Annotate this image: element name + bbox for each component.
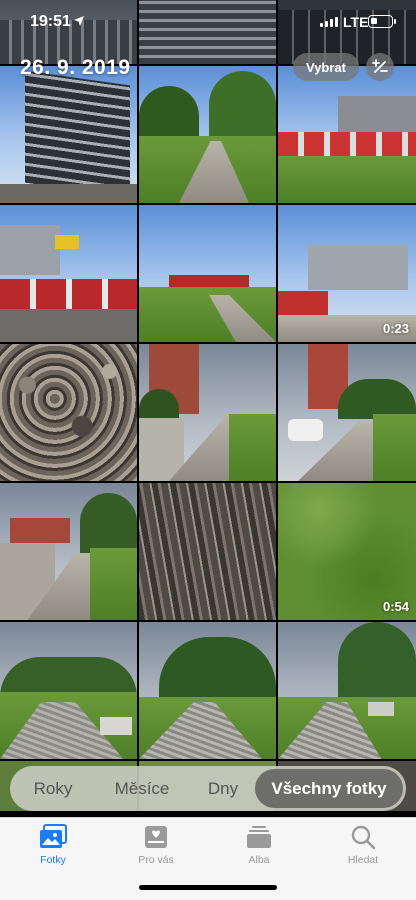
plus-minus-icon [372, 59, 388, 73]
tab-label: Pro vás [138, 854, 174, 866]
photo-thumbnail[interactable] [0, 483, 137, 620]
search-icon [351, 825, 376, 850]
date-header: 26. 9. 2019 [20, 56, 131, 79]
photo-thumbnail[interactable]: 0:54 [278, 483, 416, 620]
video-duration: 0:54 [382, 599, 409, 614]
photo-thumbnail[interactable] [139, 622, 276, 759]
photo-thumbnail[interactable] [139, 344, 276, 481]
photo-thumbnail[interactable] [139, 66, 276, 203]
view-segmented-control: Roky Měsíce Dny Všechny fotky [10, 766, 406, 811]
network-type: LTE [343, 14, 369, 30]
photo-thumbnail[interactable] [278, 622, 416, 759]
for-you-icon [145, 826, 167, 848]
photo-thumbnail[interactable] [0, 66, 137, 203]
tab-label: Hledat [347, 854, 379, 866]
photo-thumbnail[interactable] [0, 344, 137, 481]
photo-thumbnail[interactable] [278, 66, 416, 203]
photo-thumbnail[interactable] [139, 483, 276, 620]
albums-icon [247, 826, 271, 848]
segment-all-photos[interactable]: Všechny fotky [255, 769, 403, 808]
location-arrow-icon [74, 16, 84, 26]
photo-thumbnail[interactable] [0, 205, 137, 342]
select-button[interactable]: Vybrat [293, 53, 359, 81]
signal-icon [320, 17, 338, 27]
status-time: 19:51 [30, 13, 71, 30]
photo-thumbnail[interactable] [278, 344, 416, 481]
status-bar: 19:51 LTE [0, 0, 416, 46]
video-duration: 0:23 [382, 321, 409, 336]
tab-photos[interactable]: Fotky [18, 824, 88, 866]
photo-thumbnail[interactable] [139, 205, 276, 342]
home-indicator [139, 885, 277, 890]
photo-thumbnail[interactable] [0, 622, 137, 759]
segment-years[interactable]: Roky [13, 769, 93, 808]
photos-icon [40, 824, 67, 848]
segment-days[interactable]: Dny [191, 769, 255, 808]
tab-label: Alba [248, 854, 270, 866]
zoom-toggle-button[interactable] [366, 53, 394, 81]
tab-albums[interactable]: Alba [224, 824, 294, 866]
tab-for-you[interactable]: Pro vás [121, 824, 191, 866]
tab-label: Fotky [40, 854, 66, 866]
photo-thumbnail[interactable]: 0:23 [278, 205, 416, 342]
tab-search[interactable]: Hledat [328, 824, 398, 866]
battery-icon [368, 15, 396, 28]
photo-grid: 0:23 0:54 [0, 0, 416, 811]
segment-months[interactable]: Měsíce [93, 769, 191, 808]
